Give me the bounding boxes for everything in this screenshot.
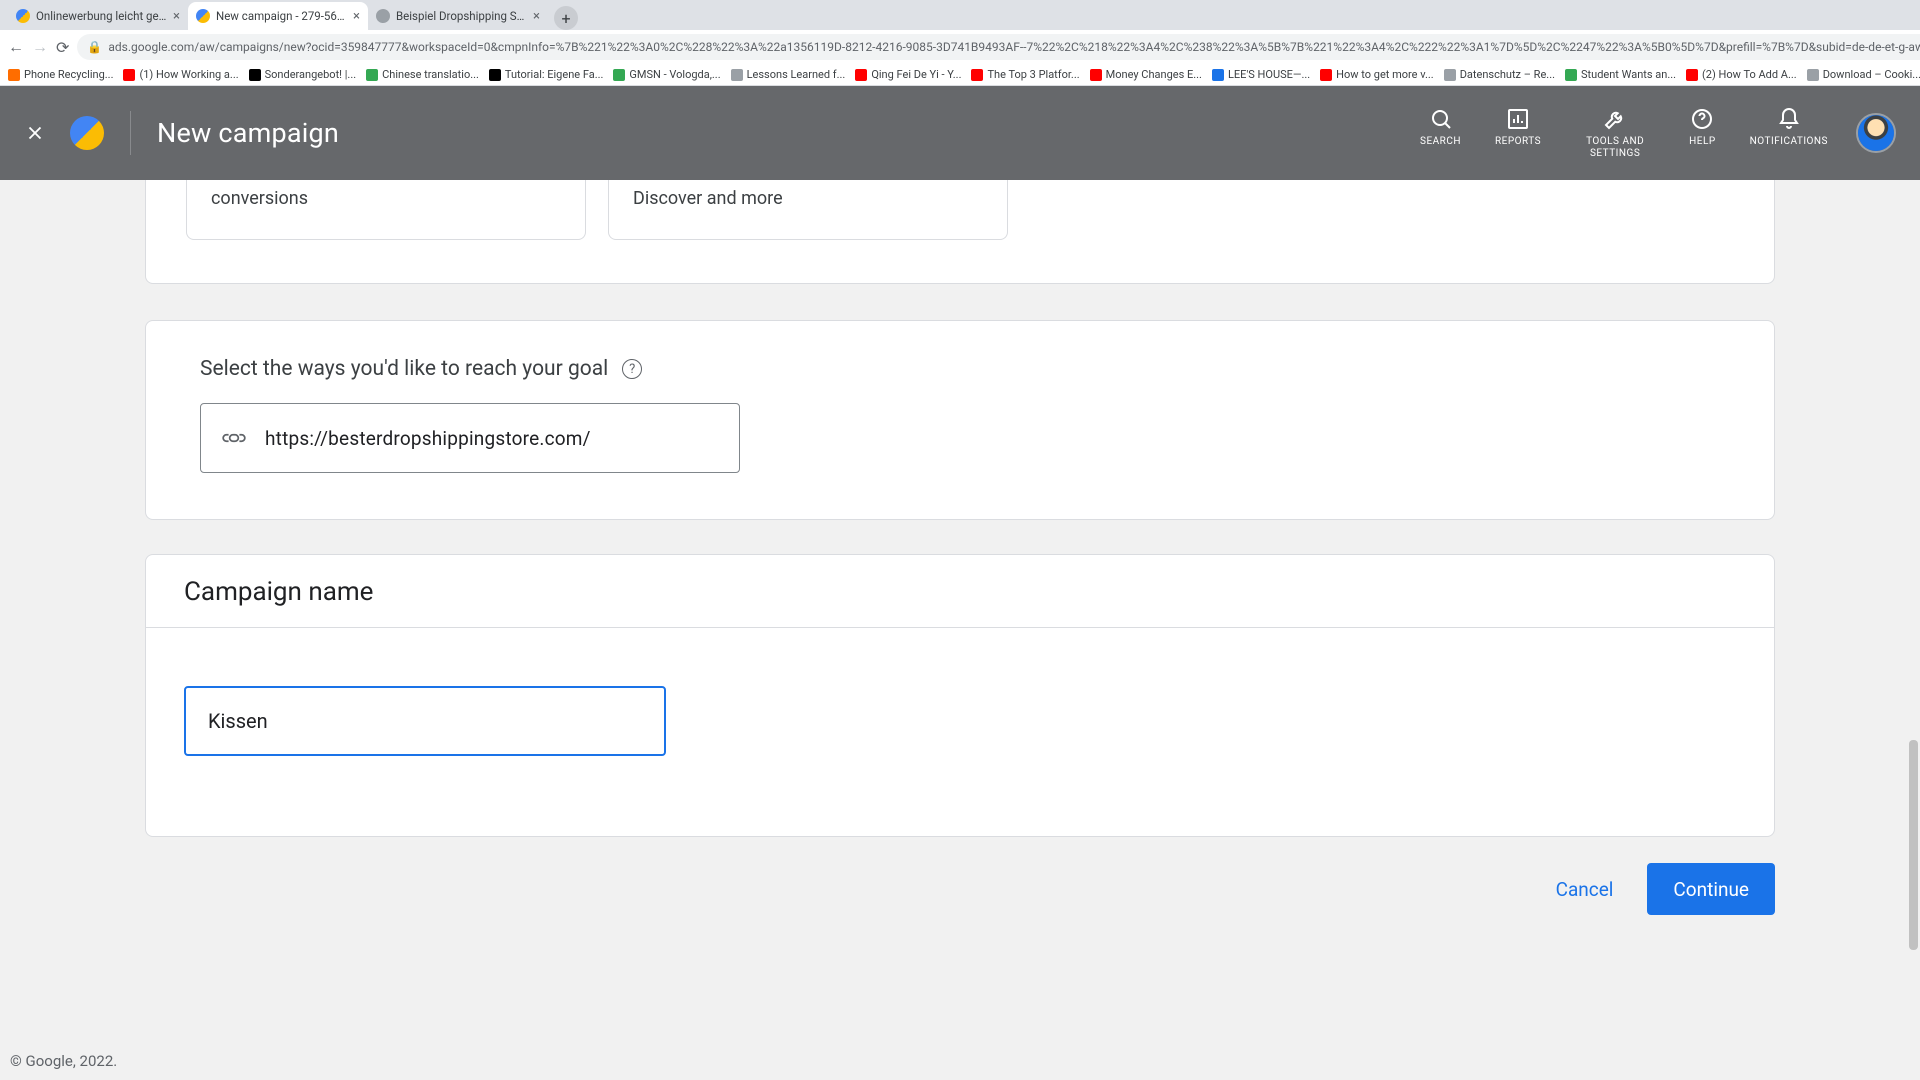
reports-icon: [1505, 106, 1531, 132]
new-tab-button[interactable]: +: [554, 6, 578, 30]
content-area: conversions Discover and more Select the…: [0, 180, 1920, 1080]
tools-button[interactable]: TOOLS AND SETTINGS: [1575, 106, 1655, 160]
close-icon[interactable]: ×: [533, 9, 540, 24]
continue-button[interactable]: Continue: [1647, 863, 1775, 915]
reload-icon[interactable]: ⟳: [56, 36, 69, 58]
bookmark-item[interactable]: LEE'S HOUSE—...: [1212, 68, 1310, 81]
divider: [130, 111, 131, 155]
bookmark-item[interactable]: (1) How Working a...: [123, 68, 238, 81]
app-header: New campaign SEARCH REPORTS TOOLS AND SE…: [0, 86, 1920, 180]
forward-icon[interactable]: →: [32, 36, 48, 58]
cancel-button[interactable]: Cancel: [1530, 863, 1640, 915]
tab-favicon: [376, 9, 390, 23]
bookmark-item[interactable]: Student Wants an...: [1565, 68, 1676, 81]
close-icon[interactable]: ×: [353, 9, 360, 24]
footer-copyright: © Google, 2022.: [10, 1052, 117, 1070]
tab-2[interactable]: Beispiel Dropshipping Store ×: [368, 2, 548, 30]
search-icon: [1428, 106, 1454, 132]
bookmark-item[interactable]: Datenschutz – Re...: [1444, 68, 1555, 81]
bookmark-item[interactable]: Qing Fei De Yi - Y...: [855, 68, 961, 81]
tab-1[interactable]: New campaign - 279-560-189 ×: [188, 2, 368, 30]
campaign-option-discover[interactable]: Discover and more: [608, 180, 1008, 240]
bookmark-item[interactable]: How to get more v...: [1320, 68, 1434, 81]
campaign-name-heading: Campaign name: [184, 577, 1736, 607]
help-icon[interactable]: ?: [622, 359, 642, 379]
bookmark-item[interactable]: Tutorial: Eigene Fa...: [489, 68, 604, 81]
goal-label: Select the ways you'd like to reach your…: [200, 357, 1720, 381]
close-icon[interactable]: ×: [173, 9, 180, 24]
notifications-button[interactable]: NOTIFICATIONS: [1750, 106, 1828, 148]
bookmark-item[interactable]: Download – Cooki...: [1807, 68, 1920, 81]
bookmark-item[interactable]: Phone Recycling...: [8, 68, 113, 81]
goal-card: Select the ways you'd like to reach your…: [145, 320, 1775, 520]
bookmark-item[interactable]: Chinese translatio...: [366, 68, 479, 81]
help-button[interactable]: HELP: [1689, 106, 1716, 148]
bookmark-bar: Phone Recycling... (1) How Working a... …: [0, 64, 1920, 86]
campaign-name-card: Campaign name: [145, 554, 1775, 837]
account-avatar[interactable]: [1856, 113, 1896, 153]
tab-favicon: [196, 9, 210, 23]
campaign-name-input-wrap[interactable]: [184, 686, 666, 756]
page-title: New campaign: [157, 117, 339, 149]
search-button[interactable]: SEARCH: [1420, 106, 1461, 148]
close-icon[interactable]: [24, 122, 46, 144]
back-icon[interactable]: ←: [8, 36, 24, 58]
google-ads-logo[interactable]: [70, 116, 104, 150]
tab-0[interactable]: Onlinewerbung leicht gemach ×: [8, 2, 188, 30]
browser-chrome: Onlinewerbung leicht gemach × New campai…: [0, 0, 1920, 86]
bookmark-item[interactable]: Money Changes E...: [1090, 68, 1202, 81]
campaign-name-input[interactable]: [208, 709, 642, 733]
tab-favicon: [16, 9, 30, 23]
website-url-field[interactable]: https://besterdropshippingstore.com/: [200, 403, 740, 473]
help-icon: [1689, 106, 1715, 132]
wrench-icon: [1602, 106, 1628, 132]
tab-title: Onlinewerbung leicht gemach: [36, 9, 167, 23]
tab-strip: Onlinewerbung leicht gemach × New campai…: [0, 0, 1920, 30]
reports-button[interactable]: REPORTS: [1495, 106, 1541, 148]
address-bar[interactable]: 🔒 ads.google.com/aw/campaigns/new?ocid=3…: [77, 34, 1920, 60]
link-icon: [221, 431, 247, 445]
bookmark-item[interactable]: (2) How To Add A...: [1686, 68, 1797, 81]
bell-icon: [1776, 106, 1802, 132]
url-value: https://besterdropshippingstore.com/: [265, 427, 591, 450]
bookmark-item[interactable]: Lessons Learned f...: [731, 68, 846, 81]
scrollbar[interactable]: [1909, 740, 1918, 950]
bookmark-item[interactable]: The Top 3 Platfor...: [971, 68, 1079, 81]
lock-icon: 🔒: [87, 40, 102, 54]
bookmark-item[interactable]: GMSN - Vologda,...: [613, 68, 720, 81]
address-row: ← → ⟳ 🔒 ads.google.com/aw/campaigns/new?…: [0, 30, 1920, 64]
tab-title: Beispiel Dropshipping Store: [396, 9, 527, 23]
bookmark-item[interactable]: Sonderangebot! |...: [249, 68, 357, 81]
action-row: Cancel Continue: [145, 863, 1775, 915]
url-text: ads.google.com/aw/campaigns/new?ocid=359…: [108, 40, 1920, 54]
campaign-type-card: conversions Discover and more: [145, 180, 1775, 284]
campaign-option-conversions[interactable]: conversions: [186, 180, 586, 240]
tab-title: New campaign - 279-560-189: [216, 9, 347, 23]
